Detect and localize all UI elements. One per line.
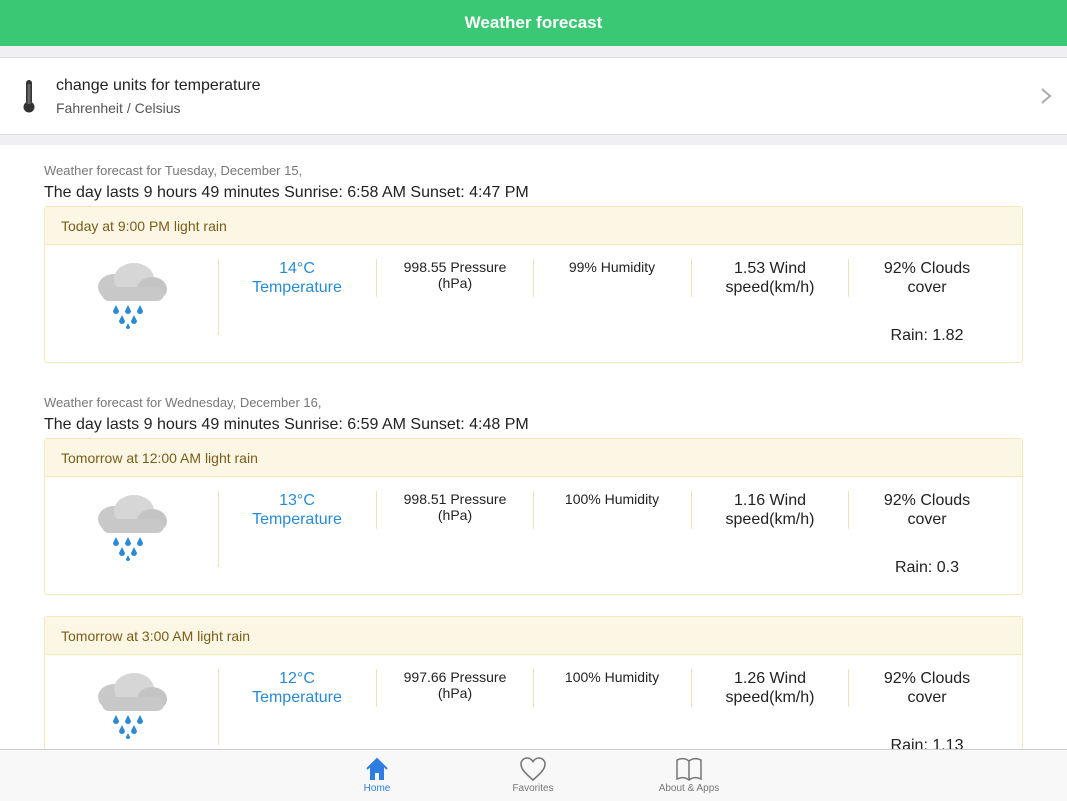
tab-bar: Home Favorites About & Apps	[0, 749, 1067, 801]
wind-cell: 1.26 Wind speed(km/h)	[692, 669, 848, 707]
wind-value: 1.53 Wind	[733, 260, 807, 277]
tab-about-apps[interactable]: About & Apps	[634, 750, 744, 801]
temperature-value: 13°C	[279, 492, 315, 509]
rain-cloud-icon	[97, 673, 167, 739]
clouds-cell: 92% Clouds cover	[849, 669, 1005, 707]
temperature-label: Temperature	[252, 511, 342, 528]
forecast-body: 12°C Temperature 997.66 Pressure (hPa) 1…	[45, 655, 1022, 749]
wind-value: 1.16 Wind	[733, 492, 807, 509]
tab-label: Favorites	[512, 783, 554, 794]
pressure-cell: 998.55 Pressure (hPa)	[377, 259, 533, 291]
humidity-value: 99% Humidity	[568, 259, 656, 275]
nav-bar: Weather forecast	[0, 0, 1067, 46]
rain-cloud-icon	[97, 495, 167, 561]
home-icon	[366, 757, 388, 780]
section-gap	[0, 46, 1067, 58]
tab-home[interactable]: Home	[322, 750, 432, 801]
change-units-row[interactable]: change units for temperature Fahrenheit …	[0, 58, 1067, 134]
humidity-cell: 99% Humidity	[534, 259, 690, 275]
rain-value: Rain: 0.3	[894, 559, 960, 576]
heart-icon	[520, 757, 546, 782]
day-header: Weather forecast for Wednesday, December…	[44, 395, 1023, 434]
pressure-cell: 998.51 Pressure (hPa)	[377, 491, 533, 523]
day-info: The day lasts 9 hours 49 minutes Sunrise…	[44, 416, 529, 433]
day-label: Weather forecast for Wednesday, December…	[44, 395, 322, 410]
temperature-cell: 13°C Temperature	[219, 491, 375, 529]
forecast-card: Tomorrow at 3:00 AM light rain 12°C Temp…	[44, 616, 1023, 749]
humidity-value: 100% Humidity	[564, 491, 660, 507]
temperature-cell: 14°C Temperature	[219, 259, 375, 297]
pressure-value: 998.55 Pressure	[403, 259, 507, 275]
clouds-unit: cover	[907, 689, 947, 706]
humidity-value: 100% Humidity	[564, 669, 660, 685]
rain-value: Rain: 1.82	[890, 327, 964, 344]
humidity-cell: 100% Humidity	[534, 669, 690, 685]
wind-value: 1.26 Wind	[733, 670, 807, 687]
forecast-list[interactable]: Weather forecast for Tuesday, December 1…	[0, 145, 1067, 749]
wind-unit: speed(km/h)	[725, 689, 815, 706]
pressure-cell: 997.66 Pressure (hPa)	[377, 669, 533, 701]
rain-value: Rain: 1.13	[890, 737, 964, 749]
tab-favorites[interactable]: Favorites	[478, 750, 588, 801]
weather-icon-cell	[45, 245, 218, 345]
chevron-right-icon	[1041, 88, 1052, 104]
temperature-label: Temperature	[252, 279, 342, 296]
change-units-subtitle: Fahrenheit / Celsius	[56, 99, 181, 116]
clouds-value: 92% Clouds	[883, 492, 971, 509]
forecast-card: Today at 9:00 PM light rain 14°C Tempera…	[44, 206, 1023, 363]
clouds-unit: cover	[907, 279, 947, 296]
wind-unit: speed(km/h)	[725, 511, 815, 528]
forecast-heading: Tomorrow at 3:00 AM light rain	[45, 617, 1022, 655]
tab-label: Home	[363, 783, 391, 794]
section-gap	[0, 134, 1067, 145]
pressure-value: 997.66 Pressure	[403, 669, 507, 685]
day-header: Weather forecast for Tuesday, December 1…	[44, 163, 1023, 202]
temperature-value: 14°C	[279, 260, 315, 277]
pressure-unit: (hPa)	[437, 275, 473, 291]
forecast-card: Tomorrow at 12:00 AM light rain 13°C Tem…	[44, 438, 1023, 595]
clouds-value: 92% Clouds	[883, 670, 971, 687]
rain-cloud-icon	[97, 263, 167, 329]
temperature-cell: 12°C Temperature	[219, 669, 375, 707]
weather-icon-cell	[45, 655, 218, 749]
humidity-cell: 100% Humidity	[534, 491, 690, 507]
wind-cell: 1.53 Wind speed(km/h)	[692, 259, 848, 297]
change-units-title: change units for temperature	[56, 76, 261, 94]
forecast-body: 13°C Temperature 998.51 Pressure (hPa) 1…	[45, 477, 1022, 594]
wind-unit: speed(km/h)	[725, 279, 815, 296]
forecast-heading: Today at 9:00 PM light rain	[45, 207, 1022, 245]
change-units-text: change units for temperature Fahrenheit …	[56, 77, 1039, 116]
weather-icon-cell	[45, 477, 218, 577]
clouds-cell: 92% Clouds cover	[849, 491, 1005, 529]
wind-cell: 1.16 Wind speed(km/h)	[692, 491, 848, 529]
clouds-unit: cover	[907, 511, 947, 528]
temperature-value: 12°C	[279, 670, 315, 687]
day-label: Weather forecast for Tuesday, December 1…	[44, 163, 303, 178]
temperature-label: Temperature	[252, 689, 342, 706]
pressure-unit: (hPa)	[437, 507, 473, 523]
thermometer-icon	[23, 80, 35, 113]
pressure-value: 998.51 Pressure	[403, 491, 507, 507]
clouds-value: 92% Clouds	[883, 260, 971, 277]
day-info: The day lasts 9 hours 49 minutes Sunrise…	[44, 184, 529, 201]
tab-label: About & Apps	[658, 783, 720, 794]
clouds-cell: 92% Clouds cover	[849, 259, 1005, 297]
forecast-body: 14°C Temperature 998.55 Pressure (hPa) 9…	[45, 245, 1022, 362]
pressure-unit: (hPa)	[437, 685, 473, 701]
page-title: Weather forecast	[464, 13, 603, 32]
book-icon	[676, 757, 702, 781]
forecast-heading: Tomorrow at 12:00 AM light rain	[45, 439, 1022, 477]
